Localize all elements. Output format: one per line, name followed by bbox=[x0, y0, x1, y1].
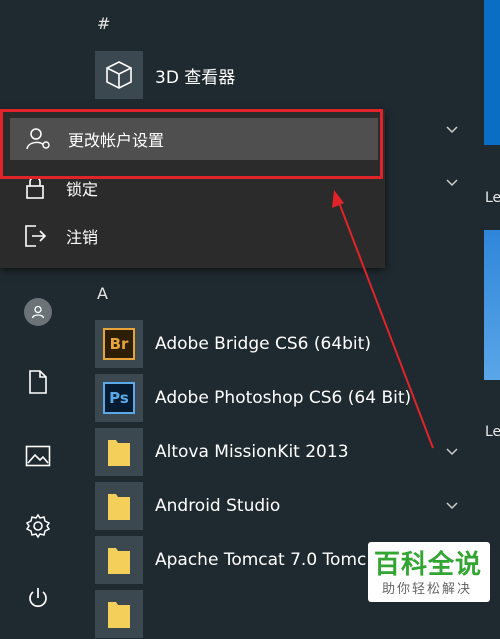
watermark-title: 百科全说 bbox=[374, 550, 483, 580]
watermark-logo: 百科全说 助你轻松解决 bbox=[368, 542, 490, 602]
watermark-subtitle: 助你轻松解决 bbox=[382, 582, 473, 597]
annotation-arrow bbox=[332, 190, 434, 449]
